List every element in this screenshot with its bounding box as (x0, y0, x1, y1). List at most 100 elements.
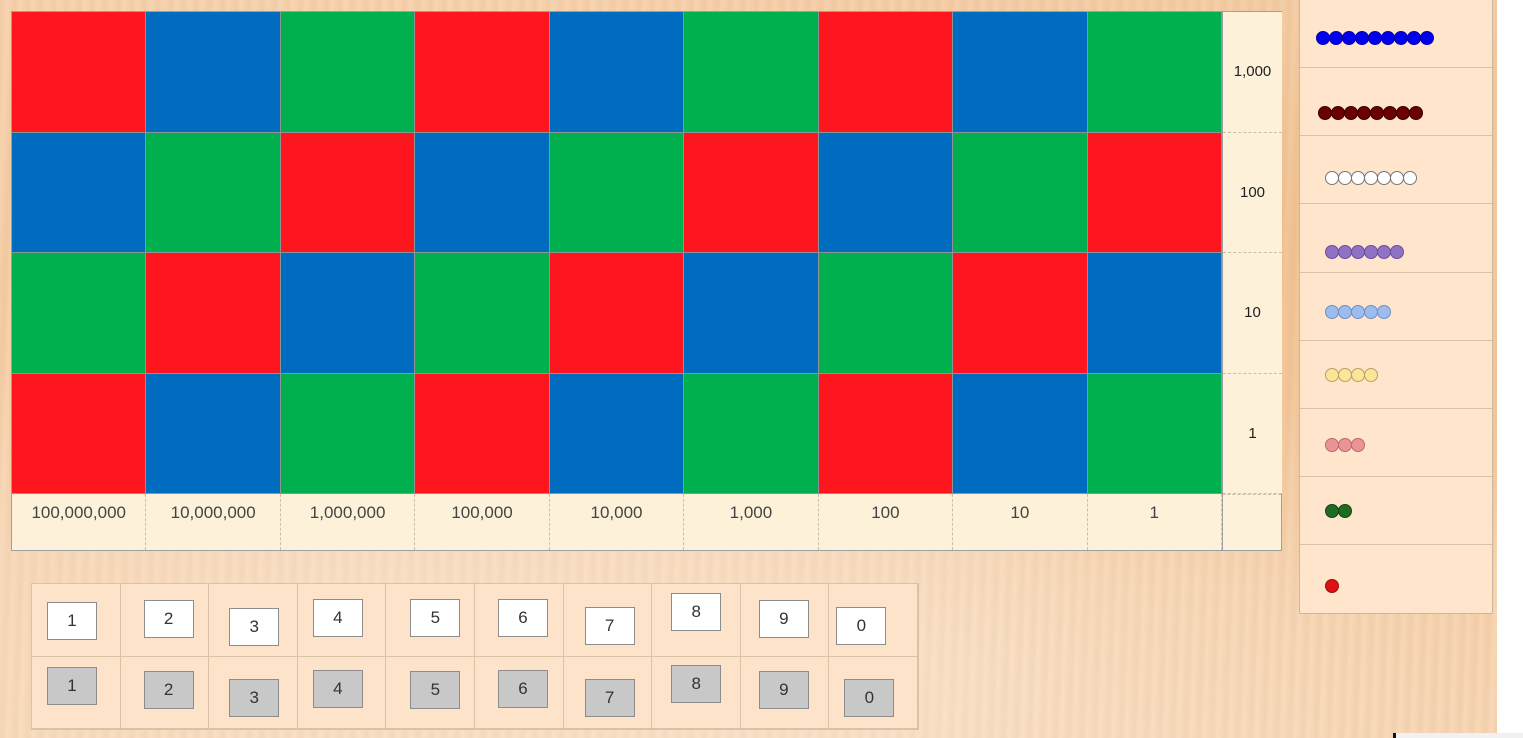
board-square-red[interactable] (146, 253, 281, 374)
board-square-red[interactable] (415, 12, 550, 133)
bead-bar-5[interactable] (1325, 305, 1391, 319)
board-square-red[interactable] (818, 12, 954, 133)
bead-bar-slot (1300, 136, 1492, 204)
board-square-red[interactable] (1087, 132, 1222, 253)
row-value-labels: 1,000 100 10 1 (1222, 12, 1282, 494)
bead (1377, 245, 1391, 259)
bead (1338, 438, 1352, 452)
column-label: 1,000,000 (281, 494, 416, 550)
bead-bar-slot (1300, 273, 1492, 341)
gray-number-card-3[interactable]: 3 (229, 678, 280, 717)
board-square-blue[interactable] (953, 12, 1088, 133)
board-square-red[interactable] (280, 132, 416, 253)
board-square-red[interactable] (415, 373, 550, 494)
checkerboard-grid (12, 12, 1222, 494)
bead (1344, 106, 1358, 120)
column-label: 1,000 (684, 494, 819, 550)
board-square-red[interactable] (12, 373, 147, 494)
bead (1338, 171, 1352, 185)
gray-number-card-2[interactable]: 2 (143, 670, 194, 709)
board-square-red[interactable] (549, 253, 685, 374)
gray-number-card-8[interactable]: 8 (671, 664, 722, 703)
card-slot: 1 (32, 584, 121, 657)
board-square-green[interactable] (684, 12, 819, 133)
board-square-blue[interactable] (953, 373, 1088, 494)
white-number-card-1[interactable]: 1 (47, 602, 97, 640)
white-number-card-8[interactable]: 8 (671, 593, 722, 631)
board-square-green[interactable] (818, 253, 954, 374)
bead (1364, 305, 1378, 319)
board-square-green[interactable] (280, 373, 416, 494)
column-label: 100,000,000 (12, 494, 147, 550)
bead-bar-6[interactable] (1325, 245, 1404, 259)
gray-number-card-5[interactable]: 5 (410, 670, 461, 709)
white-number-card-6[interactable]: 6 (497, 599, 548, 637)
board-square-blue[interactable] (12, 132, 147, 253)
bead (1377, 171, 1391, 185)
gray-number-card-1[interactable]: 1 (47, 666, 97, 705)
bead-bar-4[interactable] (1325, 368, 1378, 382)
board-square-green[interactable] (280, 12, 416, 133)
bead-bar-8[interactable] (1318, 106, 1423, 120)
board-square-blue[interactable] (415, 132, 550, 253)
bead (1409, 106, 1423, 120)
bead-bar-1[interactable] (1325, 579, 1339, 593)
bead (1355, 31, 1369, 45)
board-square-red[interactable] (12, 12, 147, 133)
bead (1370, 106, 1384, 120)
bead-bar-3[interactable] (1325, 438, 1365, 452)
board-square-green[interactable] (953, 132, 1088, 253)
bead (1316, 31, 1330, 45)
bead (1325, 305, 1339, 319)
column-value-labels: 100,000,000 10,000,000 1,000,000 100,000… (12, 494, 1222, 550)
board-square-green[interactable] (1087, 373, 1222, 494)
gray-number-card-4[interactable]: 4 (312, 669, 363, 708)
board-square-red[interactable] (684, 132, 819, 253)
checkerboard: 1,000 100 10 1 100,000,000 10,000,000 1,… (11, 11, 1282, 551)
white-number-card-7[interactable]: 7 (584, 607, 635, 645)
bead (1420, 31, 1434, 45)
bead (1325, 171, 1339, 185)
board-square-blue[interactable] (280, 253, 416, 374)
horizontal-scrollbar[interactable] (1393, 733, 1523, 738)
bead-bar-2[interactable] (1325, 504, 1352, 518)
board-square-red[interactable] (953, 253, 1088, 374)
white-number-card-3[interactable]: 3 (229, 608, 280, 646)
white-number-card-0[interactable]: 0 (836, 607, 887, 645)
board-square-green[interactable] (549, 132, 685, 253)
board-square-blue[interactable] (549, 12, 685, 133)
bead-bar-9[interactable] (1316, 31, 1434, 45)
board-square-blue[interactable] (549, 373, 685, 494)
bead (1351, 171, 1365, 185)
bead (1394, 31, 1408, 45)
bead (1325, 504, 1339, 518)
bead (1338, 368, 1352, 382)
board-square-blue[interactable] (818, 132, 954, 253)
board-square-blue[interactable] (146, 12, 281, 133)
white-number-card-2[interactable]: 2 (143, 600, 194, 638)
bead-bar-7[interactable] (1325, 171, 1417, 185)
board-square-green[interactable] (1087, 12, 1222, 133)
card-slot: 9 (740, 656, 830, 729)
gray-number-card-9[interactable]: 9 (758, 670, 809, 709)
card-slot: 8 (652, 584, 741, 657)
gray-number-card-6[interactable]: 6 (497, 669, 548, 708)
gray-number-card-0[interactable]: 0 (844, 678, 895, 717)
card-slot: 9 (740, 584, 830, 657)
white-number-card-4[interactable]: 4 (312, 599, 363, 637)
board-square-green[interactable] (12, 253, 147, 374)
board-square-green[interactable] (684, 373, 819, 494)
column-label: 100 (819, 494, 954, 550)
bead-bar-slot (1300, 0, 1492, 68)
bead (1364, 368, 1378, 382)
board-square-blue[interactable] (146, 373, 281, 494)
white-number-card-5[interactable]: 5 (410, 599, 461, 637)
card-slot: 0 (829, 656, 918, 729)
board-square-blue[interactable] (1087, 253, 1222, 374)
white-number-card-9[interactable]: 9 (758, 600, 809, 638)
board-square-green[interactable] (146, 132, 281, 253)
board-square-green[interactable] (415, 253, 550, 374)
gray-number-card-7[interactable]: 7 (584, 678, 635, 717)
board-square-blue[interactable] (684, 253, 819, 374)
board-square-red[interactable] (818, 373, 954, 494)
